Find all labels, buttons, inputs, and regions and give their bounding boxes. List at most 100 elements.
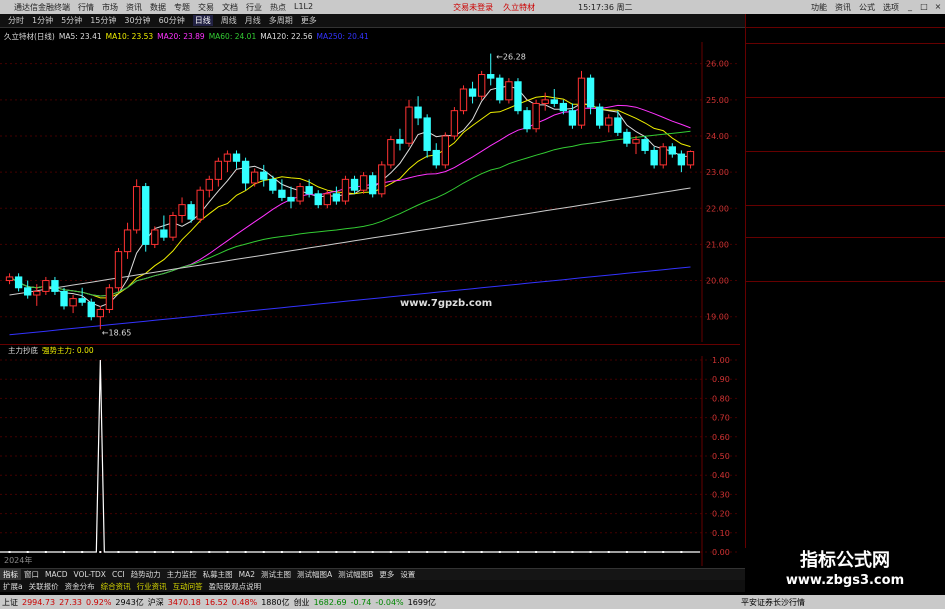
period-0[interactable]: 分时 [8, 15, 24, 26]
info-tab-2[interactable]: 资金分布 [62, 581, 98, 592]
candle-body [350, 178, 359, 191]
menu-2[interactable]: 资讯 [126, 2, 142, 13]
candle-body [187, 204, 195, 220]
menu-8[interactable]: 热点 [270, 2, 286, 13]
ind-tab-2[interactable]: MACD [42, 570, 70, 579]
info-tab-4[interactable]: 行业资讯 [134, 581, 170, 592]
indicator-dot [171, 551, 174, 553]
top-menu-0[interactable]: 功能 [811, 2, 827, 13]
sh-label[interactable]: 上证 [2, 597, 18, 608]
ind-tab-9[interactable]: 测试主图 [258, 569, 294, 580]
info-tab-0[interactable]: 扩展a [0, 581, 26, 592]
top-menu-1[interactable]: 资讯 [835, 2, 851, 13]
ind-tab-12[interactable]: 更多 [376, 569, 397, 580]
candle-body [60, 290, 68, 307]
period-7[interactable]: 周线 [221, 15, 237, 26]
ind-tab-8[interactable]: MA2 [236, 570, 258, 579]
menu-1[interactable]: 市场 [102, 2, 118, 13]
candle-body [677, 153, 686, 166]
stock-menu[interactable]: 久立特材 [503, 2, 535, 13]
info-tab-5[interactable]: 互动问答 [170, 581, 206, 592]
tick-row [746, 325, 945, 336]
period-3[interactable]: 15分钟 [90, 15, 116, 26]
cy-change: -0.74 [350, 597, 372, 607]
menu-5[interactable]: 交易 [198, 2, 214, 13]
info-tab-6[interactable]: 盈际股观点说明 [206, 581, 265, 592]
candle-body [51, 280, 59, 292]
indicator-chart[interactable]: 1.00 0.90 0.80 0.70 0.60 0.50 0.40 0.30 0.20 0.10… [0, 356, 740, 566]
ind-tick-label: 0.90 [712, 375, 730, 384]
clock: 15:17:36 周二 [578, 2, 633, 12]
candle-body [432, 149, 440, 166]
candle-body [250, 171, 259, 184]
period-1[interactable]: 1分钟 [32, 15, 53, 26]
ind-tab-6[interactable]: 主力监控 [164, 569, 200, 580]
ma-value-1: MA10: 23.53 [105, 31, 154, 41]
sh-pct: 0.92% [86, 597, 112, 607]
indicator-dot [81, 551, 84, 553]
ind-tab-13[interactable]: 设置 [397, 569, 418, 580]
period-2[interactable]: 5分钟 [61, 15, 82, 26]
menu-4[interactable]: 专题 [174, 2, 190, 13]
ind-tab-10[interactable]: 测试幅图A [294, 569, 335, 580]
candle-body [559, 102, 568, 112]
indicator-dot [353, 551, 356, 553]
period-8[interactable]: 月线 [245, 15, 261, 26]
title-bar: 通达信金融终端 行情 市场 资讯 数据 专题 交易 文档 行业 热点 L1L2 交易未登录 久立特… [0, 0, 945, 14]
ind-tab-0[interactable]: 指标 [0, 569, 21, 580]
menu-9[interactable]: L1L2 [294, 2, 313, 13]
ind-tab-11[interactable]: 测试幅图B [335, 569, 376, 580]
period-4[interactable]: 30分钟 [124, 15, 150, 26]
broker-name: 平安证券长沙行情 [741, 597, 805, 607]
cy-label[interactable]: 创业 [294, 597, 310, 608]
login-status[interactable]: 交易未登录 [453, 2, 493, 13]
ind-tick-label: 0.60 [712, 433, 730, 442]
candle-body [378, 164, 386, 195]
indicator-dot [262, 551, 265, 553]
period-5[interactable]: 60分钟 [159, 15, 185, 26]
tick-row [746, 303, 945, 314]
price-row [746, 28, 945, 44]
ind-tab-4[interactable]: CCI [109, 570, 128, 579]
ind-tick-label: 0.40 [712, 471, 730, 480]
sz-pct: 0.48% [231, 597, 258, 607]
candle-body [196, 189, 204, 220]
menu-7[interactable]: 行业 [246, 2, 262, 13]
menu-0[interactable]: 行情 [78, 2, 94, 13]
candle-body [487, 74, 495, 79]
ind-tick-label: 1.00 [712, 356, 730, 365]
top-menu-3[interactable]: 选项 [883, 2, 899, 13]
sz-label[interactable]: 沪深 [148, 597, 164, 608]
info-tab-1[interactable]: 关联报价 [26, 581, 62, 592]
close-icon[interactable]: × [931, 2, 945, 13]
candle-body [459, 88, 468, 112]
ind-tab-1[interactable]: 窗口 [21, 569, 42, 580]
period-6[interactable]: 日线 [192, 15, 213, 26]
ind-tab-7[interactable]: 私募主图 [200, 569, 236, 580]
top-menu-2[interactable]: 公式 [859, 2, 875, 13]
indicator-value: 强势主力: 0.00 [42, 346, 94, 355]
indicator-dot [625, 551, 628, 553]
candle-body [659, 146, 667, 166]
stat-row [746, 217, 945, 228]
indicator-dot [589, 551, 592, 553]
candle-body [269, 178, 277, 191]
menu-6[interactable]: 文档 [222, 2, 238, 13]
indicator-dot [99, 551, 102, 553]
ma-line-MA60 [9, 130, 691, 297]
indicator-dot [190, 551, 193, 553]
maximize-icon[interactable]: □ [917, 2, 931, 13]
minimize-icon[interactable]: _ [903, 2, 917, 13]
period-10[interactable]: 更多 [301, 15, 317, 26]
candle-body [341, 178, 350, 202]
period-9[interactable]: 多周期 [269, 15, 293, 26]
indicator-dot [299, 551, 302, 553]
menu-3[interactable]: 数据 [150, 2, 166, 13]
tick-row [746, 346, 945, 357]
logo-watermark: 指标公式网 www.zbgs3.com [745, 548, 945, 596]
info-tab-3[interactable]: 综合资讯 [98, 581, 134, 592]
ind-tab-3[interactable]: VOL-TDX [70, 570, 108, 579]
stat-row [746, 163, 945, 174]
ind-tab-5[interactable]: 趋势动力 [128, 569, 164, 580]
kline-chart[interactable]: 26.00 25.00 24.00 23.00 22.00 21.00 20.00 19.00… [0, 42, 740, 342]
